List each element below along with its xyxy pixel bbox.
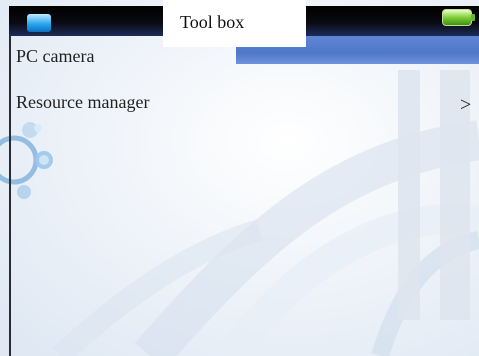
- battery-tip: [471, 14, 475, 21]
- screen-frame-left: [9, 36, 11, 356]
- menu-item-pc-camera[interactable]: PC camera: [11, 44, 479, 80]
- battery-icon: [442, 9, 472, 26]
- status-indicator-icon: [27, 14, 51, 32]
- menu-item-resource-manager[interactable]: Resource manager >: [11, 88, 479, 124]
- menu-item-label: Resource manager: [16, 92, 150, 112]
- menu-item-label: PC camera: [16, 46, 95, 66]
- page-title: Tool box: [180, 12, 245, 32]
- chevron-right-icon: >: [460, 94, 472, 116]
- device-screen: Tool box PC camera Resource manager >: [0, 0, 479, 356]
